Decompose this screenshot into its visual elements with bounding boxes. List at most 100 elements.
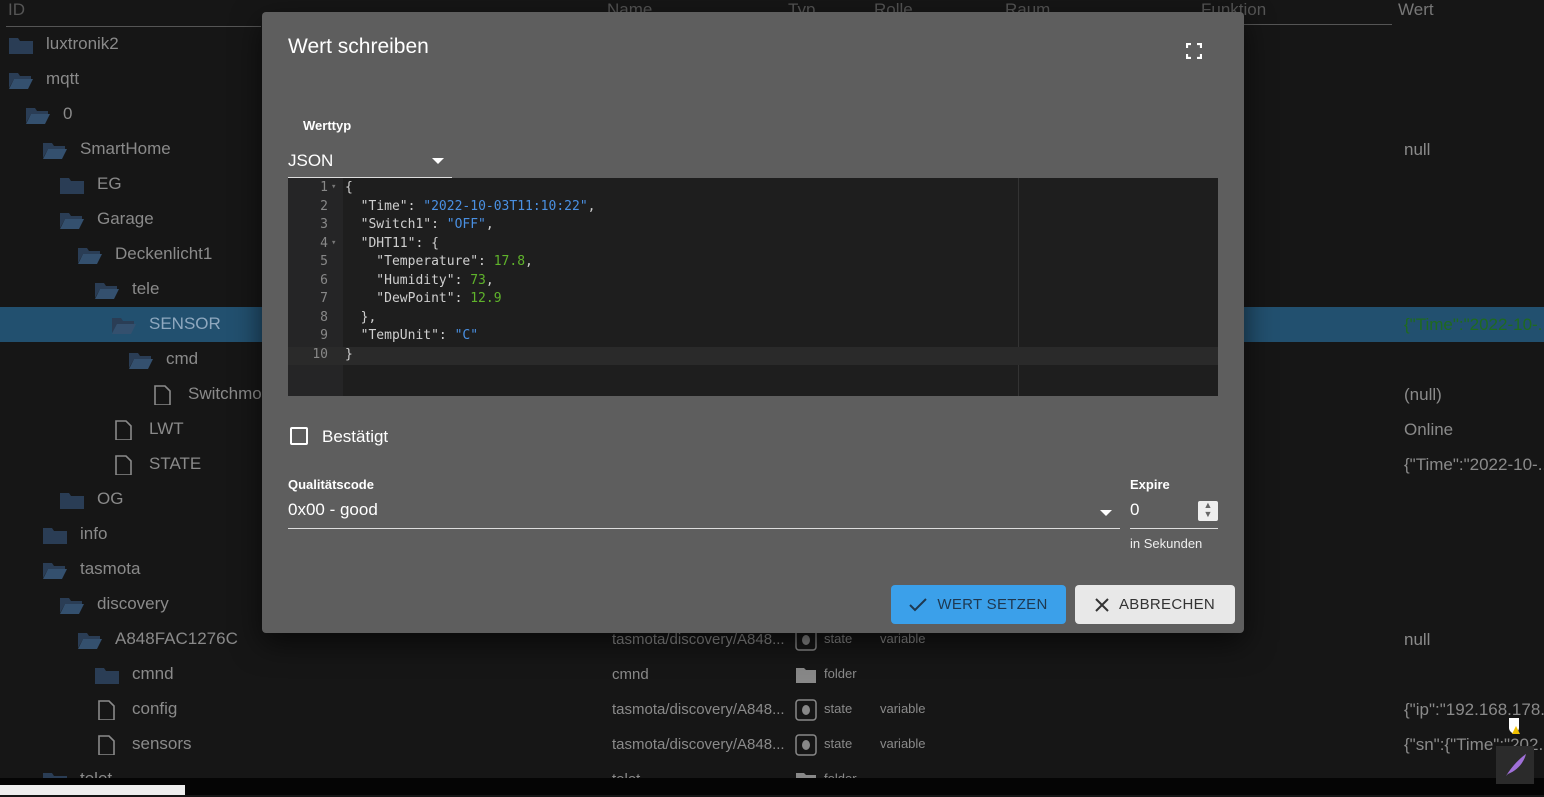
tree-row-label: EG	[97, 174, 122, 193]
folder-open-icon	[112, 318, 136, 334]
code-token: }	[345, 346, 353, 362]
row-type: state	[824, 736, 853, 751]
confirmed-label[interactable]: Bestätigt	[322, 427, 388, 447]
tree-row-label: cmd	[166, 349, 199, 368]
code-token: ,	[587, 198, 596, 214]
file-icon	[115, 455, 132, 475]
fold-arrow-icon[interactable]: ▾	[331, 238, 336, 248]
code-text: "Temperature": 17.8,	[345, 254, 533, 269]
editor-line: 5 "Temperature": 17.8,	[288, 254, 1218, 273]
line-number: 10	[312, 346, 328, 362]
cancel-button[interactable]: ABBRECHEN	[1075, 585, 1235, 624]
line-number: 7	[320, 291, 328, 306]
code-text: "DewPoint": 12.9	[345, 291, 501, 306]
row-type: folder	[824, 666, 857, 681]
code-token: "DHT11": {	[345, 235, 439, 251]
value-type-select[interactable]: JSON	[288, 148, 452, 178]
folder-icon	[9, 38, 33, 54]
tree-row-label: mqtt	[46, 69, 80, 88]
confirmed-checkbox[interactable]	[290, 427, 308, 445]
editor-line: 7 "DewPoint": 12.9	[288, 291, 1218, 310]
row-value: {"Time":"2022-10-...	[1404, 315, 1544, 334]
code-token: "TempUnit":	[345, 328, 455, 343]
row-type: state	[824, 701, 853, 716]
chevron-down-icon	[1100, 510, 1112, 516]
feather-app-icon[interactable]	[1496, 746, 1534, 784]
folder-icon	[796, 668, 816, 683]
set-value-button[interactable]: WERT SETZEN	[891, 585, 1066, 624]
chevron-down-icon	[432, 158, 444, 164]
row-role: variable	[880, 701, 926, 716]
row-role: variable	[880, 736, 926, 751]
tree-row[interactable]: cmnd cmnd folder	[0, 657, 1544, 692]
write-value-dialog: Wert schreiben Werttyp JSON 1 ▾{2 "Time":…	[262, 12, 1244, 633]
cancel-label: ABBRECHEN	[1118, 596, 1216, 613]
tree-row-label: config	[132, 699, 178, 718]
code-text: },	[345, 310, 377, 325]
folder-open-icon	[60, 213, 84, 229]
code-token: "2022-10-03T11:10:22"	[423, 198, 588, 214]
code-token: 17.8	[493, 254, 526, 269]
file-icon	[115, 420, 132, 440]
tree-row-label: LWT	[149, 419, 184, 438]
tree-row-label: STATE	[149, 454, 202, 473]
row-role: variable	[880, 631, 926, 646]
folder-open-icon	[78, 633, 102, 649]
row-name: tasmota/discovery/A848...	[612, 736, 785, 753]
file-icon	[98, 700, 115, 720]
header-value[interactable]: Wert	[1398, 0, 1434, 20]
folder-open-icon	[129, 353, 153, 369]
check-icon	[909, 597, 928, 611]
tree-row-label: luxtronik2	[46, 34, 119, 53]
folder-open-icon	[43, 563, 67, 579]
tree-row-label: A848FAC1276C	[115, 629, 238, 648]
expire-value: 0	[1130, 500, 1140, 519]
json-editor[interactable]: 1 ▾{2 "Time": "2022-10-03T11:10:22", 3 "Sw…	[288, 178, 1218, 396]
row-value: null	[1404, 140, 1431, 159]
quality-value: 0x00 - good	[288, 500, 378, 519]
tree-row-label: Garage	[97, 209, 154, 228]
row-name: tasmota/discovery/A848...	[612, 631, 785, 648]
value-type-value: JSON	[288, 151, 334, 170]
folder-open-icon	[43, 143, 67, 159]
row-value: Online	[1404, 420, 1454, 439]
file-icon	[154, 385, 171, 405]
tree-row-label: OG	[97, 489, 124, 508]
code-token: "Switch1":	[345, 217, 447, 232]
tree-row[interactable]: sensors tasmota/discovery/A848... state var…	[0, 727, 1544, 762]
folder-open-icon	[78, 248, 102, 264]
code-token: ,	[485, 272, 494, 288]
editor-line: 3 "Switch1": "OFF",	[288, 217, 1218, 236]
code-token: ,	[485, 217, 494, 232]
tree-row-label: discovery	[97, 594, 169, 613]
divider	[1244, 24, 1392, 25]
taskbar	[0, 778, 1544, 795]
folder-icon	[60, 178, 84, 194]
close-icon	[1095, 597, 1109, 612]
code-text: "TempUnit": "C"	[345, 328, 478, 343]
line-number: 1	[320, 180, 328, 195]
security-warning-icon[interactable]	[1496, 712, 1534, 746]
editor-line: 6 "Humidity": 73,	[288, 273, 1218, 292]
code-token: "Temperature":	[345, 254, 494, 269]
row-name: tasmota/discovery/A848...	[612, 701, 785, 718]
number-spinner[interactable]: ▲ ▼	[1198, 501, 1218, 521]
code-token: ,	[525, 254, 533, 269]
row-value: {"Time":"2022-10-...	[1404, 455, 1544, 474]
fold-arrow-icon[interactable]: ▾	[331, 182, 336, 192]
file-icon	[98, 735, 115, 755]
editor-line: 9 "TempUnit": "C"	[288, 328, 1218, 347]
header-id[interactable]: ID	[8, 0, 25, 20]
tree-row[interactable]: config tasmota/discovery/A848... state vari…	[0, 692, 1544, 727]
quality-select[interactable]: 0x00 - good	[288, 500, 1120, 529]
state-icon	[795, 734, 817, 756]
taskbar-window-thumbnail[interactable]	[0, 785, 185, 795]
state-icon	[795, 699, 817, 721]
expire-hint: in Sekunden	[1130, 536, 1203, 551]
tree-row-label: Deckenlicht1	[115, 244, 213, 263]
fullscreen-icon[interactable]	[1186, 43, 1202, 59]
code-token: "Time":	[345, 198, 424, 214]
editor-line: 2 "Time": "2022-10-03T11:10:22",	[288, 199, 1218, 218]
code-text: {	[345, 180, 353, 195]
expire-input[interactable]: 0 ▲ ▼	[1130, 500, 1218, 529]
